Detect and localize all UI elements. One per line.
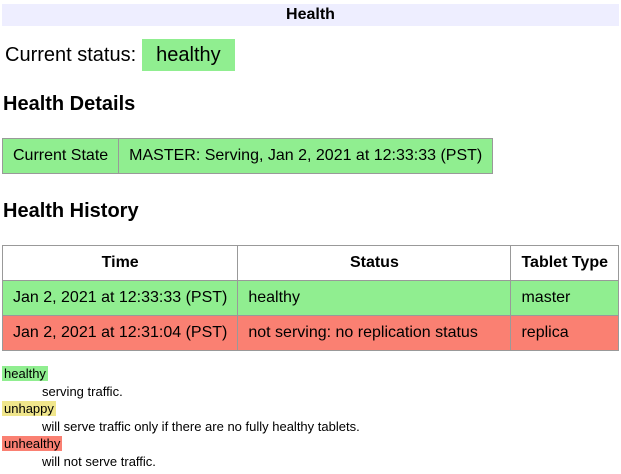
- history-row: Jan 2, 2021 at 12:31:04 (PST)not serving…: [3, 316, 619, 351]
- page-title: Health: [286, 6, 335, 23]
- page-header: Health: [2, 4, 619, 26]
- history-row: Jan 2, 2021 at 12:33:33 (PST)healthymast…: [3, 281, 619, 316]
- history-time-cell: Jan 2, 2021 at 12:33:33 (PST): [3, 281, 238, 316]
- current-status-badge: healthy: [142, 39, 235, 71]
- legend: healthy serving traffic.unhappy will serve…: [2, 365, 619, 470]
- column-header-time: Time: [3, 246, 238, 281]
- legend-term-highlight: unhealthy: [2, 436, 62, 451]
- current-status-line: Current status:healthy: [5, 44, 619, 67]
- column-header-status: Status: [238, 246, 511, 281]
- legend-term-highlight: unhappy: [2, 401, 56, 416]
- legend-term: unhappy: [2, 400, 619, 418]
- health-details-heading: Health Details: [3, 93, 619, 116]
- current-status-label: Current status:: [5, 44, 136, 66]
- health-details-table: Current StateMASTER: Serving, Jan 2, 202…: [2, 138, 493, 174]
- history-tablet-type-cell: replica: [511, 316, 619, 351]
- history-header-row: Time Status Tablet Type: [3, 246, 619, 281]
- health-history-table: Time Status Tablet Type Jan 2, 2021 at 1…: [2, 245, 619, 351]
- legend-description: will serve traffic only if there are no …: [42, 418, 619, 436]
- legend-term: healthy: [2, 365, 619, 383]
- health-history-heading: Health History: [3, 200, 619, 223]
- history-status-cell: not serving: no replication status: [238, 316, 511, 351]
- details-label-cell: Current State: [3, 139, 119, 174]
- history-tablet-type-cell: master: [511, 281, 619, 316]
- legend-description: serving traffic.: [42, 383, 619, 401]
- health-details-body: Current StateMASTER: Serving, Jan 2, 202…: [3, 139, 493, 174]
- health-history-body: Jan 2, 2021 at 12:33:33 (PST)healthymast…: [3, 281, 619, 351]
- details-value-cell: MASTER: Serving, Jan 2, 2021 at 12:33:33…: [119, 139, 493, 174]
- legend-term-highlight: healthy: [2, 366, 48, 381]
- history-status-cell: healthy: [238, 281, 511, 316]
- legend-term: unhealthy: [2, 435, 619, 453]
- legend-description: will not serve traffic.: [42, 453, 619, 471]
- column-header-tablet-type: Tablet Type: [511, 246, 619, 281]
- details-row: Current StateMASTER: Serving, Jan 2, 202…: [3, 139, 493, 174]
- history-time-cell: Jan 2, 2021 at 12:31:04 (PST): [3, 316, 238, 351]
